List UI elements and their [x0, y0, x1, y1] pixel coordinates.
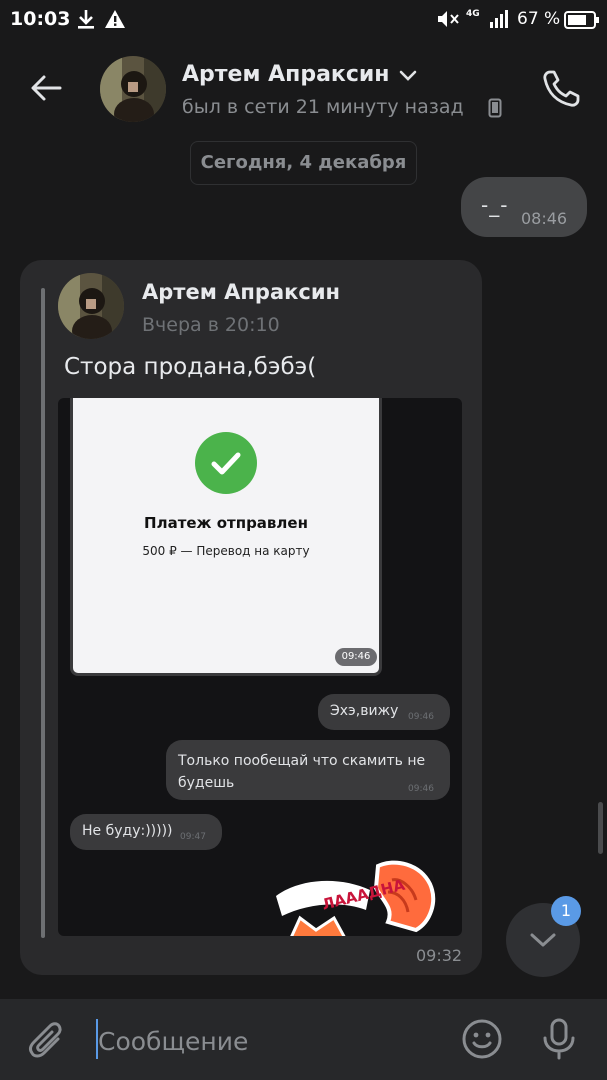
message-time: 08:46	[521, 209, 568, 228]
payment-time: 09:46	[335, 648, 377, 666]
forwarded-text: Стора продана,бэбэ(	[64, 354, 317, 380]
checkmark-icon	[195, 432, 257, 494]
screenshot-message: Только пообещай что скамить не будешь 09:…	[166, 740, 450, 800]
last-seen-status: был в сети 21 минуту назад	[182, 96, 464, 118]
signal-icon	[489, 9, 511, 33]
warning-icon	[104, 9, 126, 33]
chevron-down-icon	[530, 933, 556, 947]
screenshot-message: Не буду:))))) 09:47	[70, 814, 222, 850]
chat-header: Артем Апраксин был в сети 21 минуту наза…	[0, 42, 607, 134]
status-time: 10:03	[10, 8, 71, 30]
unread-count-badge: 1	[551, 896, 581, 926]
download-icon	[76, 8, 96, 34]
call-button[interactable]	[536, 64, 586, 114]
arrow-left-icon	[31, 75, 62, 101]
message-input[interactable]	[98, 1021, 438, 1061]
phone-icon	[543, 70, 580, 107]
forwarded-photo[interactable]: Платеж отправлен 500 ₽ — Перевод на карт…	[58, 398, 462, 936]
sticker: ЛАААДНА	[270, 860, 460, 936]
screenshot-message-text: Эхэ,вижу	[330, 703, 399, 719]
scrollbar[interactable]	[598, 802, 603, 854]
forwarded-date: Вчера в 20:10	[142, 314, 280, 336]
status-bar: 10:03 4G 67 %	[0, 0, 607, 42]
microphone-icon[interactable]	[541, 1018, 577, 1064]
mute-icon	[436, 9, 460, 33]
payment-card: Платеж отправлен 500 ₽ — Перевод на карт…	[70, 398, 382, 676]
message-text: -_-	[481, 193, 509, 217]
forward-indicator-line	[41, 288, 45, 938]
message-time: 09:32	[416, 946, 463, 965]
contact-name[interactable]: Артем Апраксин	[182, 62, 390, 87]
battery-percent: 67 %	[517, 9, 561, 29]
forwarded-author-avatar[interactable]	[58, 273, 124, 339]
network-type: 4G	[466, 9, 480, 19]
screenshot-message: Эхэ,вижу 09:46	[318, 694, 450, 730]
back-button[interactable]	[26, 68, 66, 108]
payment-title: Платеж отправлен	[144, 514, 308, 532]
screenshot-message-text: Только пообещай что скамить не будешь	[178, 753, 426, 791]
paperclip-icon[interactable]	[28, 1021, 66, 1065]
screenshot-message-time: 09:46	[408, 712, 434, 722]
outgoing-message[interactable]: -_- 08:46	[461, 177, 587, 237]
forwarded-message[interactable]: Артем Апраксин Вчера в 20:10 Стора прода…	[20, 260, 482, 975]
chevron-down-icon[interactable]	[398, 68, 418, 87]
message-composer	[0, 999, 607, 1080]
screenshot-message-time: 09:47	[180, 832, 206, 842]
screenshot-message-time: 09:46	[408, 784, 434, 794]
forwarded-author-name[interactable]: Артем Апраксин	[142, 280, 340, 304]
screenshot-message-text: Не буду:)))))	[82, 823, 173, 839]
battery-icon	[564, 11, 600, 33]
emoji-icon[interactable]	[461, 1018, 503, 1064]
mobile-device-icon	[488, 98, 502, 122]
date-separator: Сегодня, 4 декабря	[190, 141, 417, 185]
contact-avatar[interactable]	[100, 56, 166, 122]
payment-subtitle: 500 ₽ — Перевод на карту	[142, 544, 310, 558]
